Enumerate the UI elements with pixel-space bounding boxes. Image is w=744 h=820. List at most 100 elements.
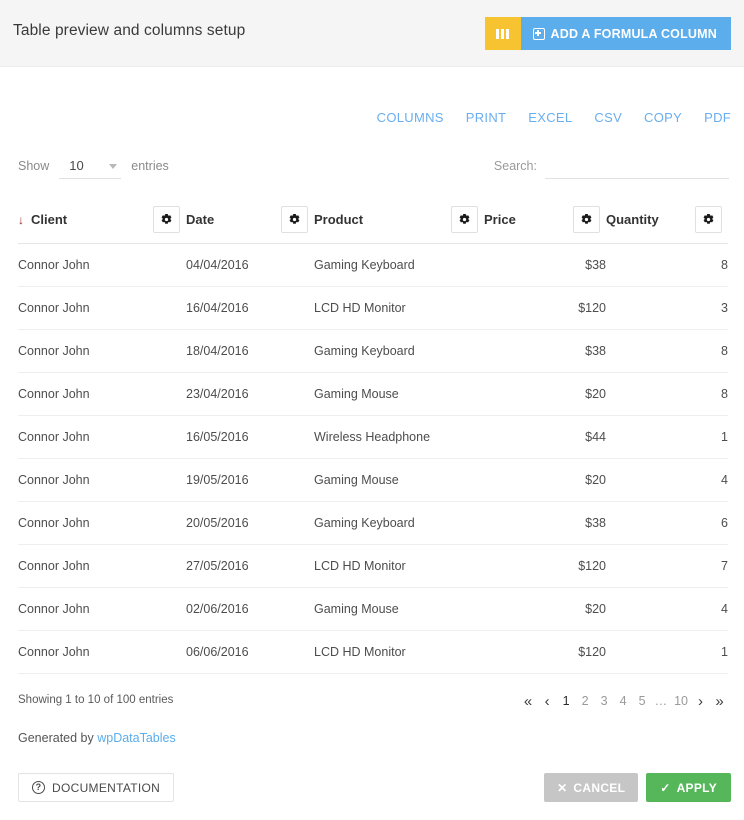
cell-price: $20: [484, 372, 606, 416]
cell-date: 16/05/2016: [186, 415, 314, 459]
cell-client: Connor John: [18, 372, 186, 416]
column-settings-gear-icon[interactable]: [573, 206, 600, 233]
cell-quantity: 8: [606, 243, 728, 287]
table-row: Connor John 16/05/2016 Wireless Headphone $…: [18, 415, 728, 459]
table-row: Connor John 04/04/2016 Gaming Keyboard $38 8: [18, 243, 728, 287]
cell-product: Gaming Mouse: [314, 458, 484, 502]
cell-client: Connor John: [18, 415, 186, 459]
cancel-button[interactable]: ✕ CANCEL: [544, 773, 639, 802]
export-print[interactable]: PRINT: [466, 110, 507, 125]
column-settings-gear-icon[interactable]: [153, 206, 180, 233]
question-circle-icon: ?: [32, 781, 45, 794]
export-csv[interactable]: CSV: [594, 110, 622, 125]
export-columns[interactable]: COLUMNS: [377, 110, 444, 125]
entries-label: entries: [131, 159, 169, 173]
cell-price: $44: [484, 415, 606, 459]
table-body: Connor John 04/04/2016 Gaming Keyboard $38 8…: [18, 243, 728, 674]
cell-price: $120: [484, 544, 606, 588]
data-table: ↓ Client Date Product Price Quantity Connor J…: [18, 196, 728, 674]
table-header: ↓ Client Date Product Price Quantity: [18, 196, 728, 244]
page-length-select[interactable]: 10: [59, 158, 122, 179]
page-10[interactable]: 10: [671, 690, 691, 712]
page-1[interactable]: 1: [557, 690, 576, 712]
export-copy[interactable]: COPY: [644, 110, 682, 125]
check-icon: ✓: [660, 780, 671, 795]
page-2[interactable]: 2: [576, 690, 595, 712]
column-header-label: Date: [186, 212, 214, 227]
cell-date: 19/05/2016: [186, 458, 314, 502]
cell-product: Gaming Keyboard: [314, 243, 484, 287]
column-header-price[interactable]: Price: [484, 196, 606, 244]
generated-by-prefix: Generated by: [18, 731, 98, 745]
export-excel[interactable]: EXCEL: [528, 110, 572, 125]
column-header-quantity[interactable]: Quantity: [606, 196, 728, 244]
cell-product: LCD HD Monitor: [314, 544, 484, 588]
search-control: Search:: [494, 158, 729, 179]
cell-quantity: 8: [606, 372, 728, 416]
cell-product: Gaming Keyboard: [314, 501, 484, 545]
page-5[interactable]: 5: [633, 690, 652, 712]
search-input[interactable]: [545, 158, 729, 179]
cell-price: $38: [484, 501, 606, 545]
column-settings-gear-icon[interactable]: [695, 206, 722, 233]
column-header-label: ↓ Client: [18, 212, 67, 227]
documentation-button[interactable]: ? DOCUMENTATION: [18, 773, 175, 802]
table-row: Connor John 19/05/2016 Gaming Mouse $20 4: [18, 458, 728, 502]
export-pdf[interactable]: PDF: [704, 110, 731, 125]
page-last[interactable]: »: [710, 690, 729, 712]
chevron-down-icon: [109, 164, 118, 169]
column-settings-gear-icon[interactable]: [451, 206, 478, 233]
cell-price: $38: [484, 329, 606, 373]
search-label: Search:: [493, 159, 537, 173]
cell-client: Connor John: [18, 501, 186, 545]
table-row: Connor John 18/04/2016 Gaming Keyboard $38 8: [18, 329, 728, 373]
cell-client: Connor John: [18, 458, 186, 502]
cell-date: 02/06/2016: [186, 587, 314, 631]
apply-button[interactable]: ✓ APPLY: [646, 773, 731, 802]
cell-price: $38: [484, 243, 606, 287]
table-setup-screen: Table preview and columns setup ADD A FO…: [0, 0, 744, 820]
page-title: Table preview and columns setup: [13, 22, 246, 39]
column-title: Quantity: [606, 212, 659, 227]
cell-price: $20: [484, 458, 606, 502]
cell-product: LCD HD Monitor: [314, 286, 484, 330]
columns-icon: [496, 28, 510, 39]
cell-product: LCD HD Monitor: [314, 630, 484, 674]
page-next[interactable]: ›: [691, 690, 710, 712]
add-formula-column-button[interactable]: ADD A FORMULA COLUMN: [520, 17, 731, 50]
table-header-row: ↓ Client Date Product Price Quantity: [18, 196, 728, 244]
cell-quantity: 4: [606, 458, 728, 502]
column-header-client[interactable]: ↓ Client: [18, 196, 186, 244]
cell-product: Gaming Mouse: [314, 372, 484, 416]
page-3[interactable]: 3: [595, 690, 614, 712]
cell-quantity: 7: [606, 544, 728, 588]
wpdatatables-link[interactable]: wpDataTables: [97, 731, 176, 745]
cell-quantity: 3: [606, 286, 728, 330]
column-settings-gear-icon[interactable]: [281, 206, 308, 233]
export-toolbar: COLUMNS PRINT EXCEL CSV COPY PDF: [377, 110, 731, 125]
cell-price: $120: [484, 630, 606, 674]
page-length-value: 10: [69, 158, 84, 173]
column-header-date[interactable]: Date: [186, 196, 314, 244]
page-header: Table preview and columns setup ADD A FO…: [0, 0, 744, 67]
pagination: «‹ 1 2 3 4 5… 10 ›»: [519, 690, 729, 712]
column-header-label: Price: [484, 212, 516, 227]
page-first[interactable]: «: [519, 690, 538, 712]
cell-quantity: 1: [606, 415, 728, 459]
cell-date: 06/06/2016: [186, 630, 314, 674]
page-previous[interactable]: ‹: [538, 690, 557, 712]
data-table-container: ↓ Client Date Product Price Quantity Connor J…: [18, 196, 728, 674]
page-4[interactable]: 4: [614, 690, 633, 712]
cell-price: $120: [484, 286, 606, 330]
cell-quantity: 8: [606, 329, 728, 373]
column-header-label: Quantity: [606, 212, 659, 227]
table-info: Showing 1 to 10 of 100 entries: [18, 694, 174, 706]
cell-date: 04/04/2016: [186, 243, 314, 287]
columns-toggle-button[interactable]: [484, 17, 521, 50]
cell-product: Gaming Keyboard: [314, 329, 484, 373]
table-row: Connor John 02/06/2016 Gaming Mouse $20 4: [18, 587, 728, 631]
cell-quantity: 4: [606, 587, 728, 631]
column-header-product[interactable]: Product: [314, 196, 484, 244]
header-actions: ADD A FORMULA COLUMN: [484, 17, 731, 50]
cell-quantity: 6: [606, 501, 728, 545]
